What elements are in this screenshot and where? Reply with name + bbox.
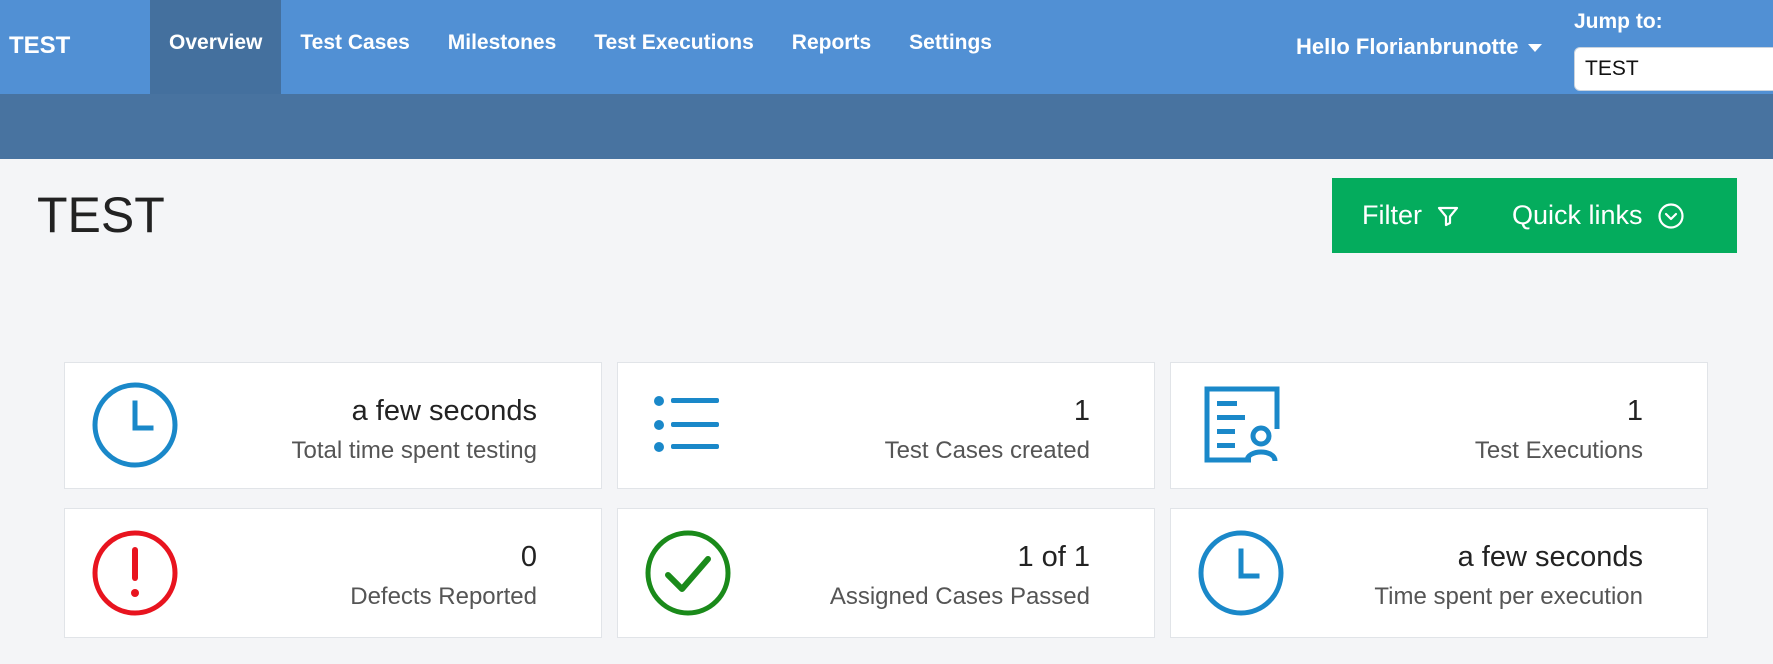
nav-item-milestones[interactable]: Milestones xyxy=(429,0,576,94)
stat-value: a few seconds xyxy=(351,395,537,427)
stat-label: Defects Reported xyxy=(350,583,537,610)
chevron-down-circle-icon xyxy=(1657,202,1684,229)
filter-icon xyxy=(1437,206,1459,226)
stat-card-total-time: a few seconds Total time spent testing xyxy=(64,362,602,489)
nav-item-settings[interactable]: Settings xyxy=(890,0,1011,94)
main-nav: Overview Test Cases Milestones Test Exec… xyxy=(150,0,1011,94)
clock-icon xyxy=(92,382,178,468)
stat-value: 1 xyxy=(1626,395,1643,427)
stat-label: Assigned Cases Passed xyxy=(829,583,1090,610)
stat-label: Total time spent testing xyxy=(291,437,537,464)
nav-item-overview[interactable]: Overview xyxy=(150,0,282,94)
stat-card-assigned-cases-passed: 1 of 1 Assigned Cases Passed xyxy=(617,508,1155,638)
action-bar: Filter Quick links xyxy=(1332,178,1737,253)
stat-value: 1 of 1 xyxy=(1017,541,1090,573)
nav-item-test-executions[interactable]: Test Executions xyxy=(575,0,773,94)
check-circle-icon xyxy=(645,530,731,616)
stat-card-time-per-execution: a few seconds Time spent per execution xyxy=(1170,508,1708,638)
brand-logo[interactable]: TEST xyxy=(9,32,70,60)
stat-label: Time spent per execution xyxy=(1374,583,1643,610)
sub-header-bar xyxy=(0,94,1773,159)
list-icon xyxy=(654,396,719,452)
page-title: TEST xyxy=(37,187,165,243)
clock-icon xyxy=(1198,530,1284,616)
jump-to-input[interactable] xyxy=(1574,47,1773,91)
stat-card-test-executions: 1 Test Executions xyxy=(1170,362,1708,489)
stat-value: 1 xyxy=(1073,395,1090,427)
stat-label: Test Executions xyxy=(1474,437,1643,464)
nav-item-test-cases[interactable]: Test Cases xyxy=(281,0,428,94)
stat-value: a few seconds xyxy=(1457,541,1643,573)
quick-links-label: Quick links xyxy=(1512,200,1643,230)
stat-card-test-cases-created: 1 Test Cases created xyxy=(617,362,1155,489)
jump-to-label: Jump to: xyxy=(1574,10,1663,33)
caret-down-icon xyxy=(1528,44,1543,53)
nav-item-reports[interactable]: Reports xyxy=(773,0,890,94)
user-menu[interactable]: Hello Florianbrunotte xyxy=(1296,34,1543,60)
document-user-icon xyxy=(1204,386,1280,463)
user-greeting: Hello Florianbrunotte xyxy=(1296,34,1519,59)
stat-value: 0 xyxy=(520,541,537,573)
filter-button[interactable]: Filter xyxy=(1362,200,1460,231)
stat-label: Test Cases created xyxy=(884,437,1090,464)
quick-links-button[interactable]: Quick links xyxy=(1512,200,1685,231)
filter-label: Filter xyxy=(1362,200,1422,230)
top-navigation-bar: TEST Overview Test Cases Milestones Test… xyxy=(0,0,1773,94)
stat-card-defects-reported: 0 Defects Reported xyxy=(64,508,602,638)
alert-circle-icon xyxy=(92,530,178,616)
